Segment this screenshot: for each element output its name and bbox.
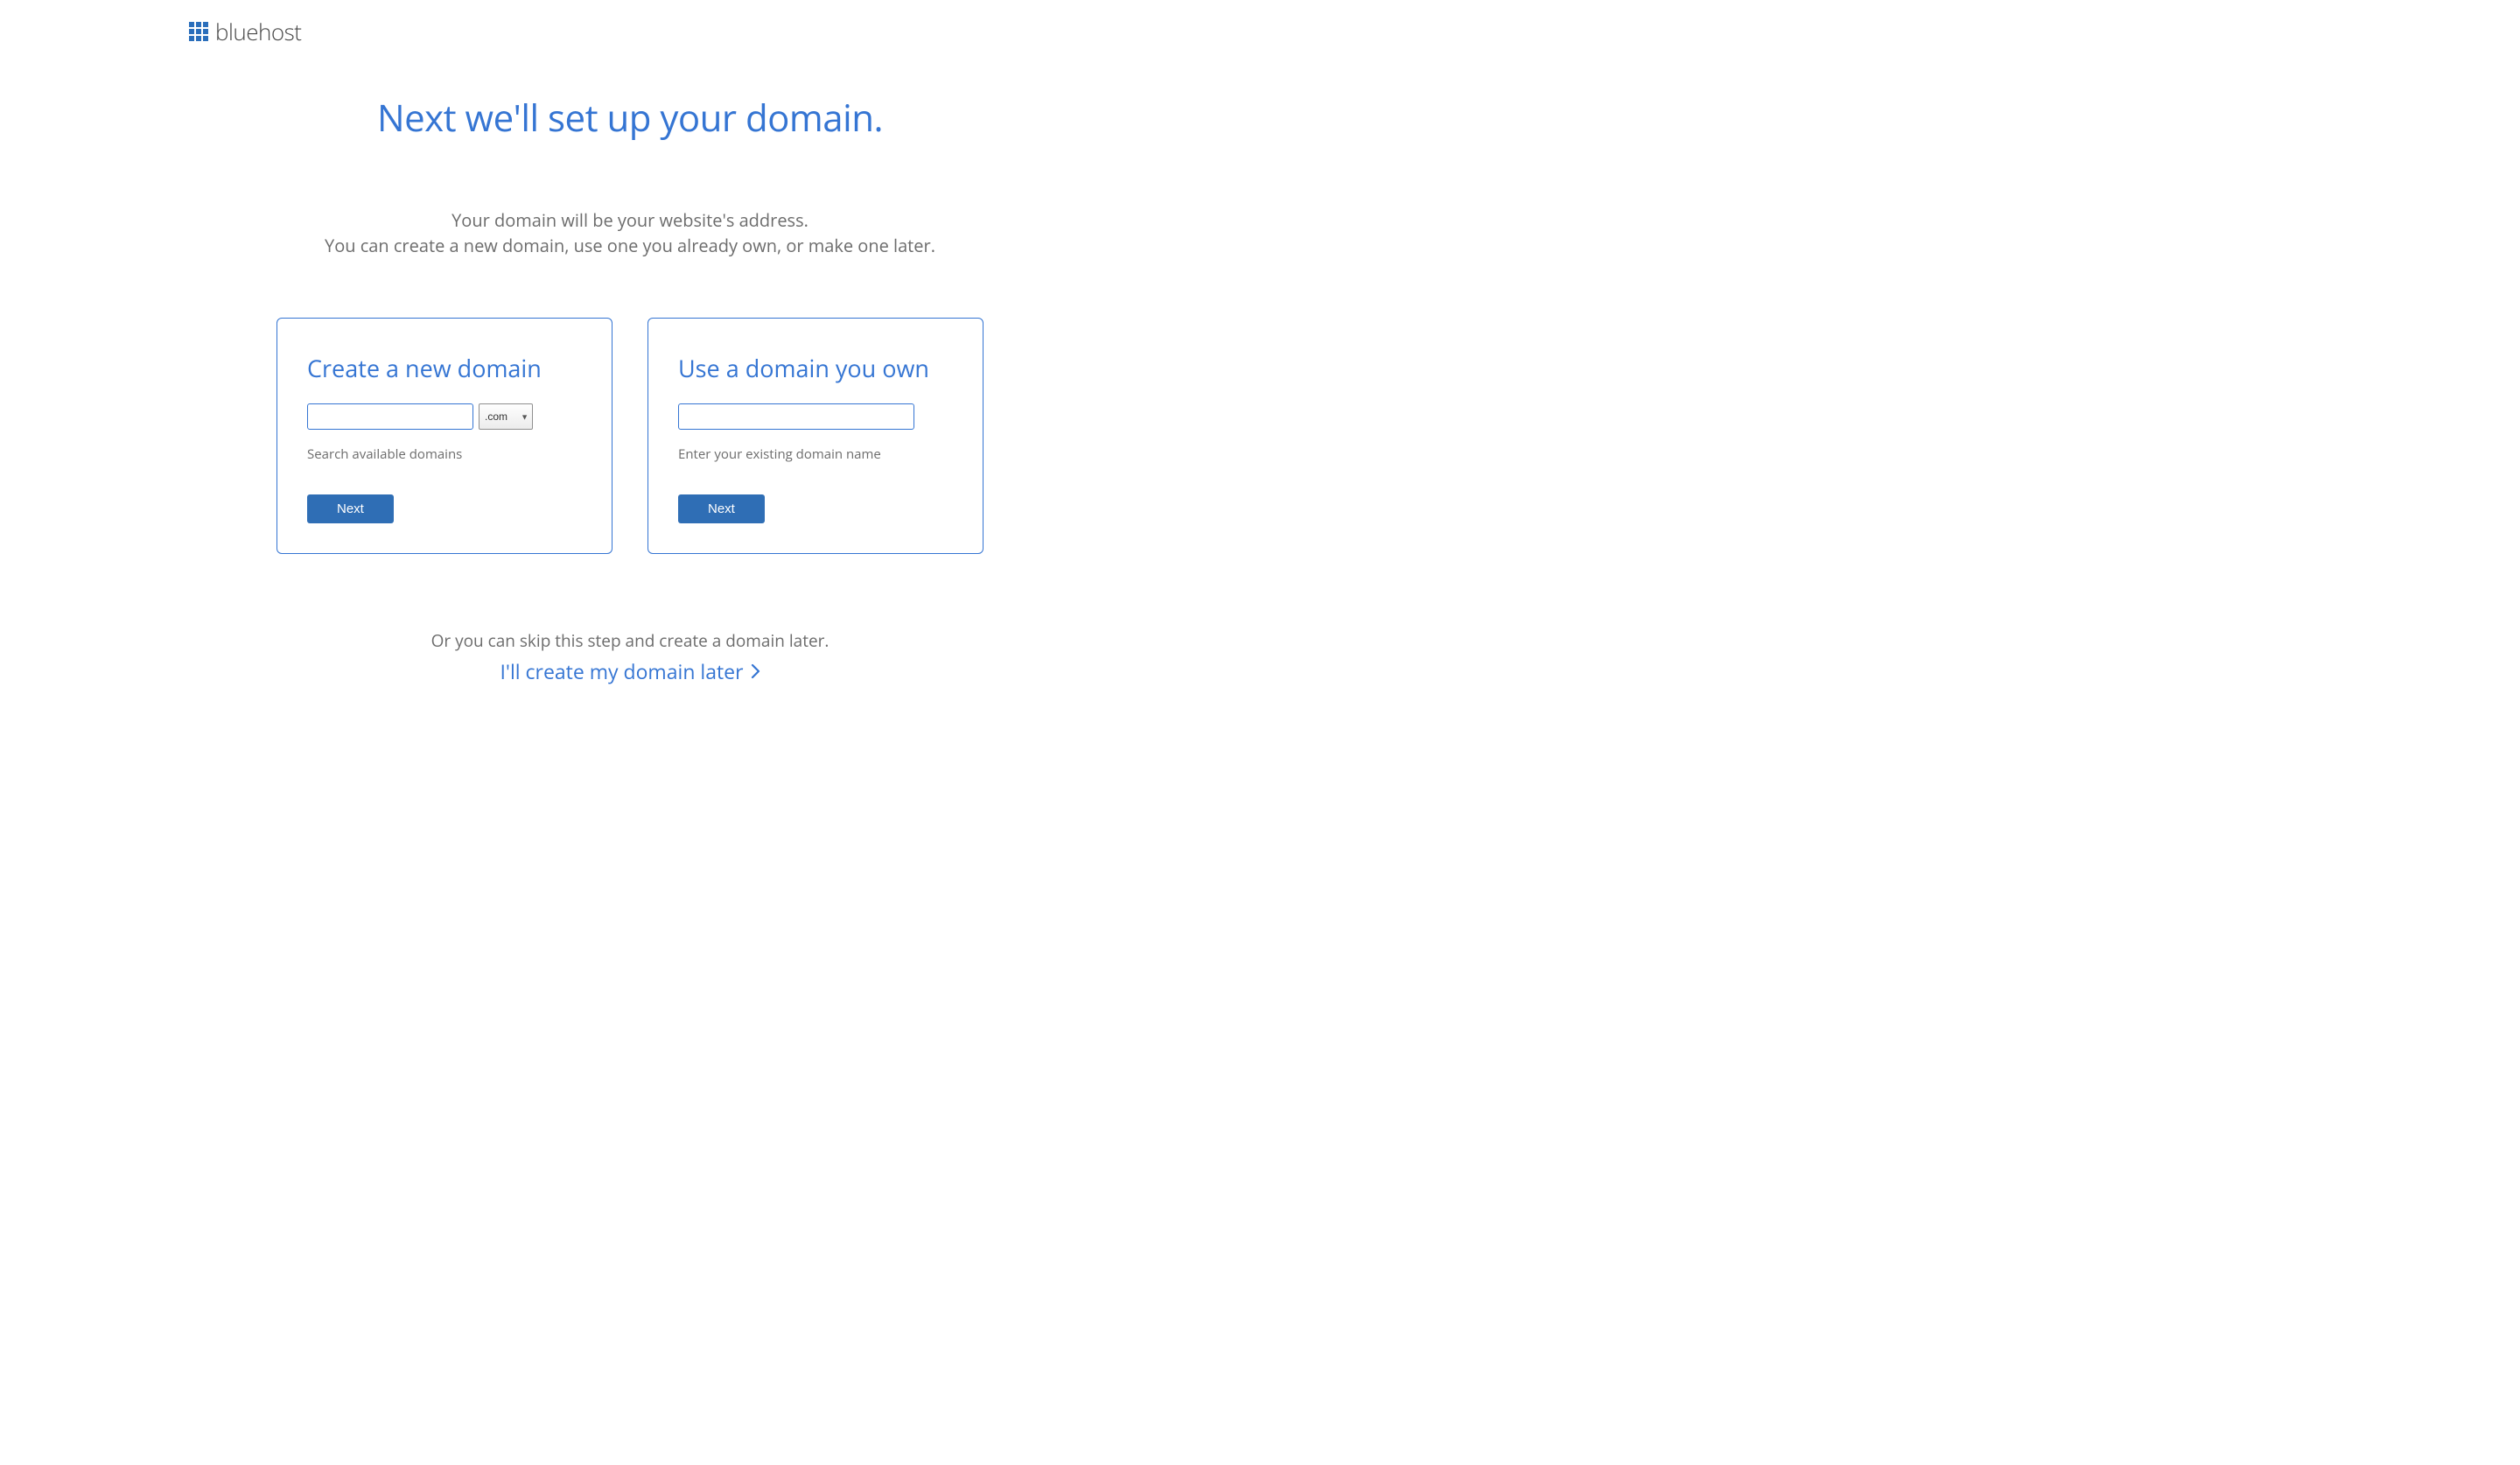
page-title: Next we'll set up your domain. bbox=[0, 93, 1260, 143]
create-helper-text: Search available domains bbox=[307, 445, 582, 463]
subtext-line-2: You can create a new domain, use one you… bbox=[0, 233, 1260, 258]
skip-pretext: Or you can skip this step and create a d… bbox=[0, 629, 1260, 652]
grid-icon bbox=[189, 22, 208, 41]
create-next-button[interactable]: Next bbox=[307, 494, 394, 523]
brand-logo[interactable]: bluehost bbox=[189, 16, 1260, 47]
skip-section: Or you can skip this step and create a d… bbox=[0, 629, 1260, 685]
tld-select[interactable]: .com bbox=[479, 403, 533, 430]
subtext-line-1: Your domain will be your website's addre… bbox=[0, 207, 1260, 233]
panel-own-title: Use a domain you own bbox=[678, 352, 953, 384]
own-helper-text: Enter your existing domain name bbox=[678, 445, 953, 463]
skip-link-text: I'll create my domain later bbox=[500, 657, 743, 685]
chevron-right-icon bbox=[751, 663, 760, 679]
panel-create-domain: Create a new domain .com ▼ Search availa… bbox=[276, 318, 612, 554]
create-input-row: .com ▼ bbox=[307, 403, 582, 430]
new-domain-input[interactable] bbox=[307, 403, 473, 430]
own-next-button[interactable]: Next bbox=[678, 494, 765, 523]
page-subtext: Your domain will be your website's addre… bbox=[0, 207, 1260, 258]
main-content: Next we'll set up your domain. Your doma… bbox=[0, 47, 1260, 685]
header: bluehost bbox=[0, 0, 1260, 47]
skip-link[interactable]: I'll create my domain later bbox=[500, 657, 760, 685]
panel-own-domain: Use a domain you own Enter your existing… bbox=[648, 318, 984, 554]
domain-panels: Create a new domain .com ▼ Search availa… bbox=[0, 318, 1260, 554]
own-input-row bbox=[678, 403, 953, 430]
existing-domain-input[interactable] bbox=[678, 403, 914, 430]
panel-create-title: Create a new domain bbox=[307, 352, 582, 384]
brand-name: bluehost bbox=[215, 16, 301, 47]
